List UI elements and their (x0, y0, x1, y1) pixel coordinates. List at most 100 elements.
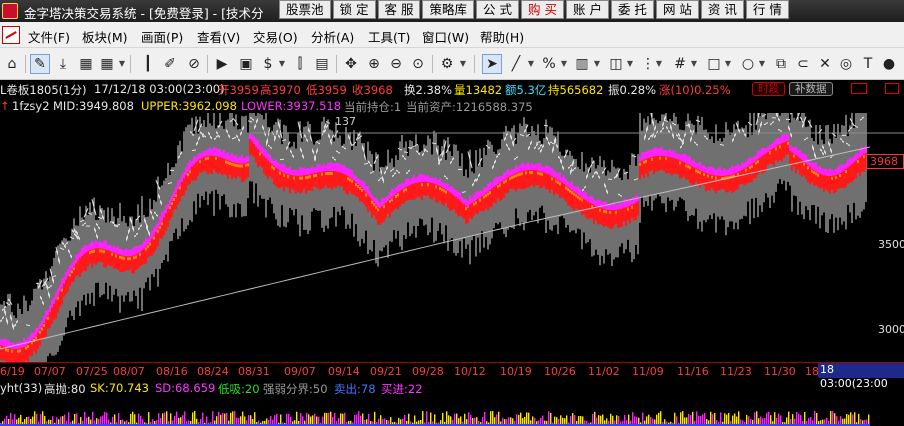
chevron-down-icon[interactable]: ▼ (278, 54, 286, 74)
chevron-down-icon[interactable]: ▼ (118, 54, 126, 74)
zoom-reset-icon[interactable]: ⊙ (408, 54, 428, 74)
crosshair-time-tag: 18 03:00(23:00 (818, 363, 904, 390)
menu-analysis[interactable]: 分析(A) (311, 27, 354, 46)
zoom-in-icon[interactable]: ⊕ (364, 54, 384, 74)
link-icon[interactable]: ⊂ (793, 54, 813, 74)
rectangle-icon[interactable]: □ (704, 54, 724, 74)
candle-tick (231, 136, 237, 140)
change-value: 涨(10)0.25% (659, 83, 731, 97)
quote-info-row: L卷板1805(1分) 17/12/18 03:00(23:00) 开3959 … (0, 80, 904, 98)
indicator-name[interactable]: 1fzsy2 (12, 99, 50, 113)
calendar-icon[interactable]: ▣ (236, 54, 256, 74)
fill-data-button[interactable]: 补数据 (789, 82, 833, 96)
menu-trade[interactable]: 交易(O) (253, 27, 298, 46)
gann-icon[interactable]: ◫ (606, 54, 626, 74)
line-tool-icon[interactable]: ╱ (506, 54, 526, 74)
move-icon[interactable]: ✥ (341, 54, 361, 74)
menu-block[interactable]: 板块(M) (82, 27, 128, 46)
formula-button[interactable]: 公 式 (476, 0, 519, 19)
sub-bar (720, 412, 722, 426)
toolbar-separator (432, 55, 433, 73)
chevron-down-icon[interactable]: ▼ (593, 54, 601, 74)
toolbar-separator (474, 55, 475, 73)
low-value: 低3959 (306, 83, 347, 97)
copy-icon[interactable]: ⧉ (771, 54, 791, 74)
text-tool-icon[interactable]: T (858, 54, 878, 74)
signal-icon[interactable] (851, 83, 867, 94)
dollar-icon[interactable]: $ (258, 54, 278, 74)
lock-button[interactable]: 锁 定 (332, 0, 376, 19)
zoom-out-icon[interactable]: ⊖ (386, 54, 406, 74)
chevron-down-icon[interactable]: ▼ (690, 54, 698, 74)
window-icon[interactable] (885, 83, 899, 94)
sub-bar (166, 411, 168, 426)
sub-bar (832, 411, 834, 426)
target-icon[interactable]: ◎ (836, 54, 856, 74)
menu-file[interactable]: 文件(F) (28, 27, 70, 46)
chevron-down-icon[interactable]: ▼ (724, 54, 732, 74)
sub-bar (850, 412, 852, 426)
sk-value: SK:70.743 (90, 381, 149, 395)
strategy-library-button[interactable]: 策略库 (422, 0, 474, 19)
home-icon[interactable]: ⌂ (2, 54, 22, 74)
percent-icon[interactable]: % (539, 54, 559, 74)
chevron-down-icon[interactable]: ▼ (758, 54, 766, 74)
account-button[interactable]: 账 户 (565, 0, 609, 19)
quotes-button[interactable]: 行 情 (745, 0, 789, 19)
sub-bar (358, 411, 360, 426)
grid-icon[interactable]: ▦ (76, 54, 96, 74)
pencil-icon[interactable]: ✎ (30, 54, 50, 74)
candle-tick (695, 119, 701, 123)
paint-icon[interactable]: ● (879, 54, 899, 74)
candle-layer (0, 113, 867, 362)
hash-icon[interactable]: # (670, 54, 690, 74)
candlestick-icon[interactable]: ┃ (138, 54, 158, 74)
calculator-icon[interactable]: ▤ (312, 54, 332, 74)
cursor-icon[interactable]: ➤ (482, 54, 502, 74)
chevron-down-icon[interactable]: ▼ (459, 54, 467, 74)
sub-bar (548, 411, 550, 426)
menu-view[interactable]: 查看(V) (197, 27, 240, 46)
settings-icon[interactable]: ⚙ (437, 54, 457, 74)
sub-bar (696, 411, 698, 426)
circle-icon[interactable]: ○ (738, 54, 758, 74)
date-tick: 08/07 (113, 365, 145, 378)
sub-indicator-chart[interactable] (0, 396, 904, 426)
date-tick: 09/07 (284, 365, 316, 378)
download-icon[interactable]: ⤓ (53, 54, 73, 74)
sub-bar (132, 411, 134, 426)
price-chart[interactable]: 137 3500 3000 (0, 113, 904, 362)
chevron-down-icon[interactable]: ▼ (626, 54, 634, 74)
sub-bar (184, 411, 186, 426)
website-button[interactable]: 网 站 (655, 0, 699, 19)
delete-icon[interactable]: ✕ (815, 54, 835, 74)
stock-pool-button[interactable]: 股票池 (279, 0, 331, 19)
chevron-down-icon[interactable]: ▼ (655, 54, 663, 74)
purchase-button[interactable]: 购 买 (520, 0, 564, 19)
chevron-down-icon[interactable]: ▼ (560, 54, 568, 74)
news-button[interactable]: 资 讯 (700, 0, 744, 19)
candle-tick (25, 324, 31, 327)
top-button-bar: 股票池 锁 定 客 服 策略库 公 式 购 买 账 户 委 托 网 站 资 讯 … (279, 0, 791, 20)
order-button[interactable]: 委 托 (610, 0, 654, 19)
edit-icon[interactable]: ✐ (160, 54, 180, 74)
chevron-down-icon[interactable]: ▼ (527, 54, 535, 74)
price-annotation: 137 (335, 115, 356, 128)
time-segment-button[interactable]: 时段 (752, 82, 785, 96)
sub-bar (192, 412, 194, 426)
menu-help[interactable]: 帮助(H) (480, 27, 524, 46)
chart-window-icon[interactable] (2, 26, 20, 44)
filter-icon[interactable]: ⫿ (290, 54, 310, 74)
service-button[interactable]: 客 服 (377, 0, 421, 19)
menu-tools[interactable]: 工具(T) (368, 27, 410, 46)
menu-window[interactable]: 窗口(W) (422, 27, 469, 46)
compass-icon[interactable]: ⊘ (184, 54, 204, 74)
grid-dropdown-icon[interactable]: ▦ (97, 54, 117, 74)
sub-bar (692, 411, 694, 426)
ruler-icon[interactable]: ▥ (572, 54, 592, 74)
sub-indicator-name[interactable]: yht(33) (0, 381, 42, 395)
menu-view-screen[interactable]: 画面(P) (141, 27, 183, 46)
sub-bar (710, 411, 712, 426)
play-icon[interactable]: ▶ (212, 54, 232, 74)
candle-tick (247, 120, 253, 123)
